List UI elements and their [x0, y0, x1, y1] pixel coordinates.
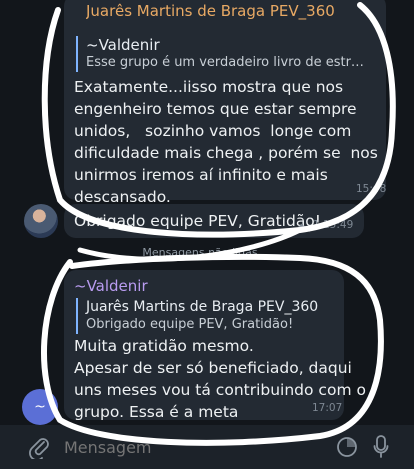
message-line: uns meses vou tá contribuindo com o — [74, 381, 366, 399]
mic-icon[interactable] — [373, 434, 389, 460]
reply-count: 1 — [313, 219, 320, 231]
message-input-bar — [0, 425, 414, 469]
message-line: Exatamente...iisso mostra que nos — [74, 78, 344, 96]
message-line: engenheiro temos que estar sempre — [74, 100, 357, 118]
message-text: Obrigado equipe PEV, Gratidão! — [74, 212, 322, 230]
message-sender[interactable]: Juarês Martins de Braga PEV_360 — [86, 2, 376, 20]
reply-snippet: Obrigado equipe PEV, Gratidão! — [86, 317, 294, 332]
message-line: Muita gratidão mesmo. — [74, 337, 254, 355]
reply-quote[interactable]: Juarês Martins de Braga PEV_360 Obrigado… — [76, 298, 332, 334]
message-text: Muita gratidão mesmo. Apesar de ser só b… — [74, 335, 366, 423]
avatar[interactable] — [24, 204, 58, 238]
unread-separator: Mensagens não lidas — [142, 246, 258, 259]
message-sender[interactable]: ~Valdenir — [74, 277, 148, 295]
reply-author: Juarês Martins de Braga PEV_360 — [86, 299, 319, 315]
reply-icon[interactable] — [298, 218, 310, 233]
message-line: grupo. Essa é a meta — [74, 403, 239, 421]
message-line: unirmos iremos aí infinito e mais — [74, 166, 328, 184]
message-time: 15:49 — [323, 219, 354, 231]
message-line: dificuldade mais chega , porém se nos — [74, 144, 378, 162]
reply-snippet: Esse grupo é um verdadeiro livro de estr… — [86, 55, 372, 70]
message-line: Apesar de ser só beneficiado, daqui — [74, 359, 352, 377]
avatar[interactable]: ~ — [22, 389, 58, 425]
message-time: 15:48 — [356, 183, 387, 195]
avatar-initial: ~ — [34, 399, 46, 415]
reply-quote[interactable]: ~Valdenir Esse grupo é um verdadeiro liv… — [76, 36, 372, 72]
message-text: Exatamente...iisso mostra que nos engenh… — [74, 76, 382, 208]
message-input[interactable] — [64, 433, 324, 461]
attach-icon[interactable] — [28, 435, 50, 461]
reply-author: ~Valdenir — [86, 36, 160, 54]
message-line: unidos, sozinho vamos longe com — [74, 122, 352, 140]
message-time: 17:07 — [312, 402, 343, 414]
sticker-icon[interactable] — [336, 436, 358, 458]
chat-screen: Juarês Martins de Braga PEV_360 ~Valdeni… — [0, 0, 414, 469]
